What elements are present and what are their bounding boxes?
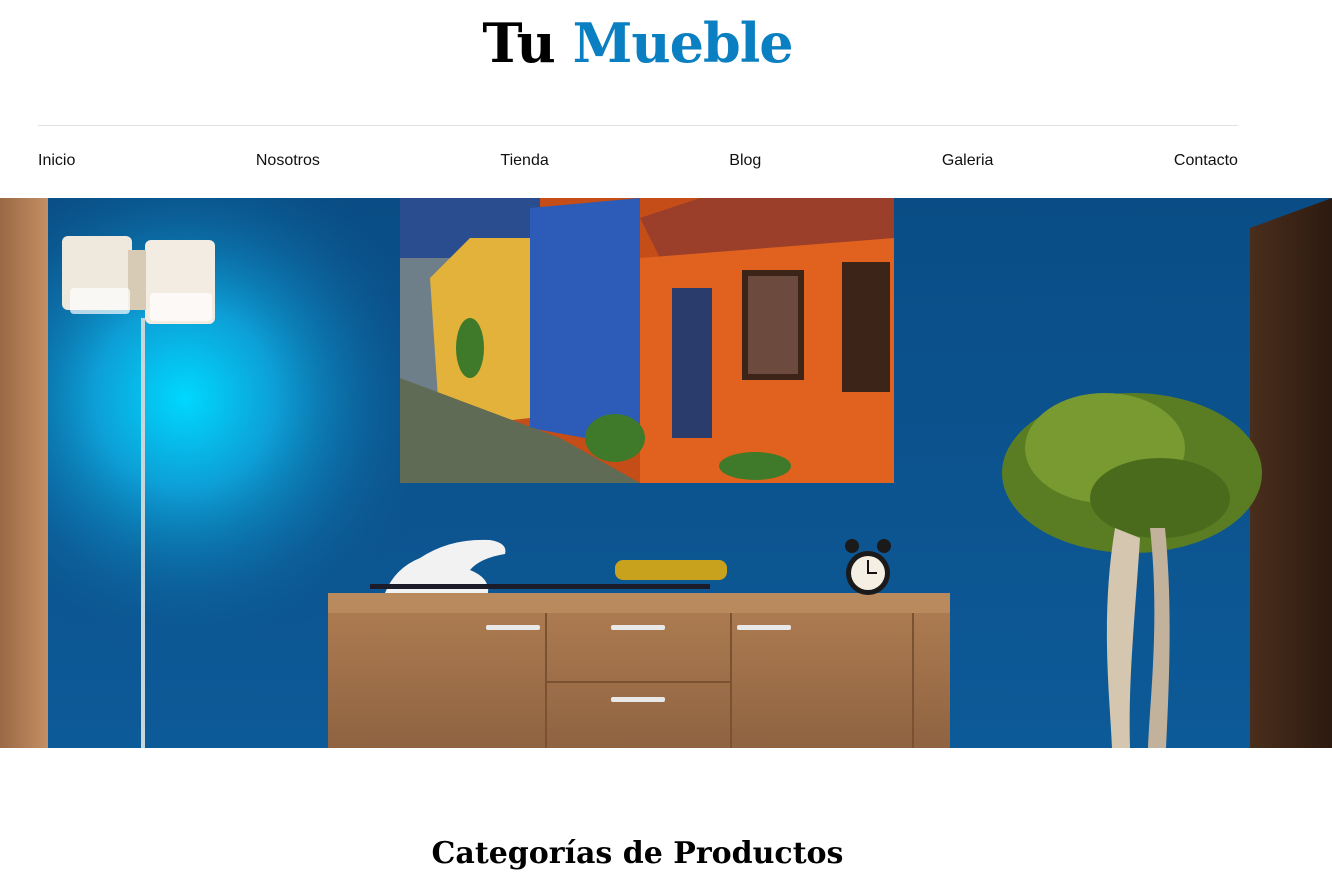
nav-item-galeria[interactable]: Galeria [942, 150, 994, 172]
header-divider [38, 125, 1238, 126]
nav-item-nosotros[interactable]: Nosotros [256, 150, 320, 172]
nav-item-blog[interactable]: Blog [729, 150, 761, 172]
nav-item-inicio[interactable]: Inicio [38, 150, 75, 172]
hero-image [0, 198, 1332, 748]
wall-painting [400, 198, 894, 483]
logo-text-part2: Mueble [572, 11, 794, 75]
hero-banner [0, 198, 1332, 748]
katana [370, 584, 710, 589]
gold-object [615, 560, 727, 580]
categories-heading: Categorías de Productos [431, 835, 844, 871]
site-logo[interactable]: Tu Mueble [0, 10, 1275, 76]
main-nav: Inicio Nosotros Tienda Blog Galeria Cont… [38, 150, 1238, 172]
right-wardrobe [1250, 198, 1332, 748]
logo-text-part1: Tu [482, 11, 555, 75]
nav-item-tienda[interactable]: Tienda [500, 150, 548, 172]
sideboard [328, 593, 950, 748]
lamp-pole [141, 318, 145, 748]
nav-item-contacto[interactable]: Contacto [1174, 150, 1238, 172]
left-wardrobe [0, 198, 48, 748]
